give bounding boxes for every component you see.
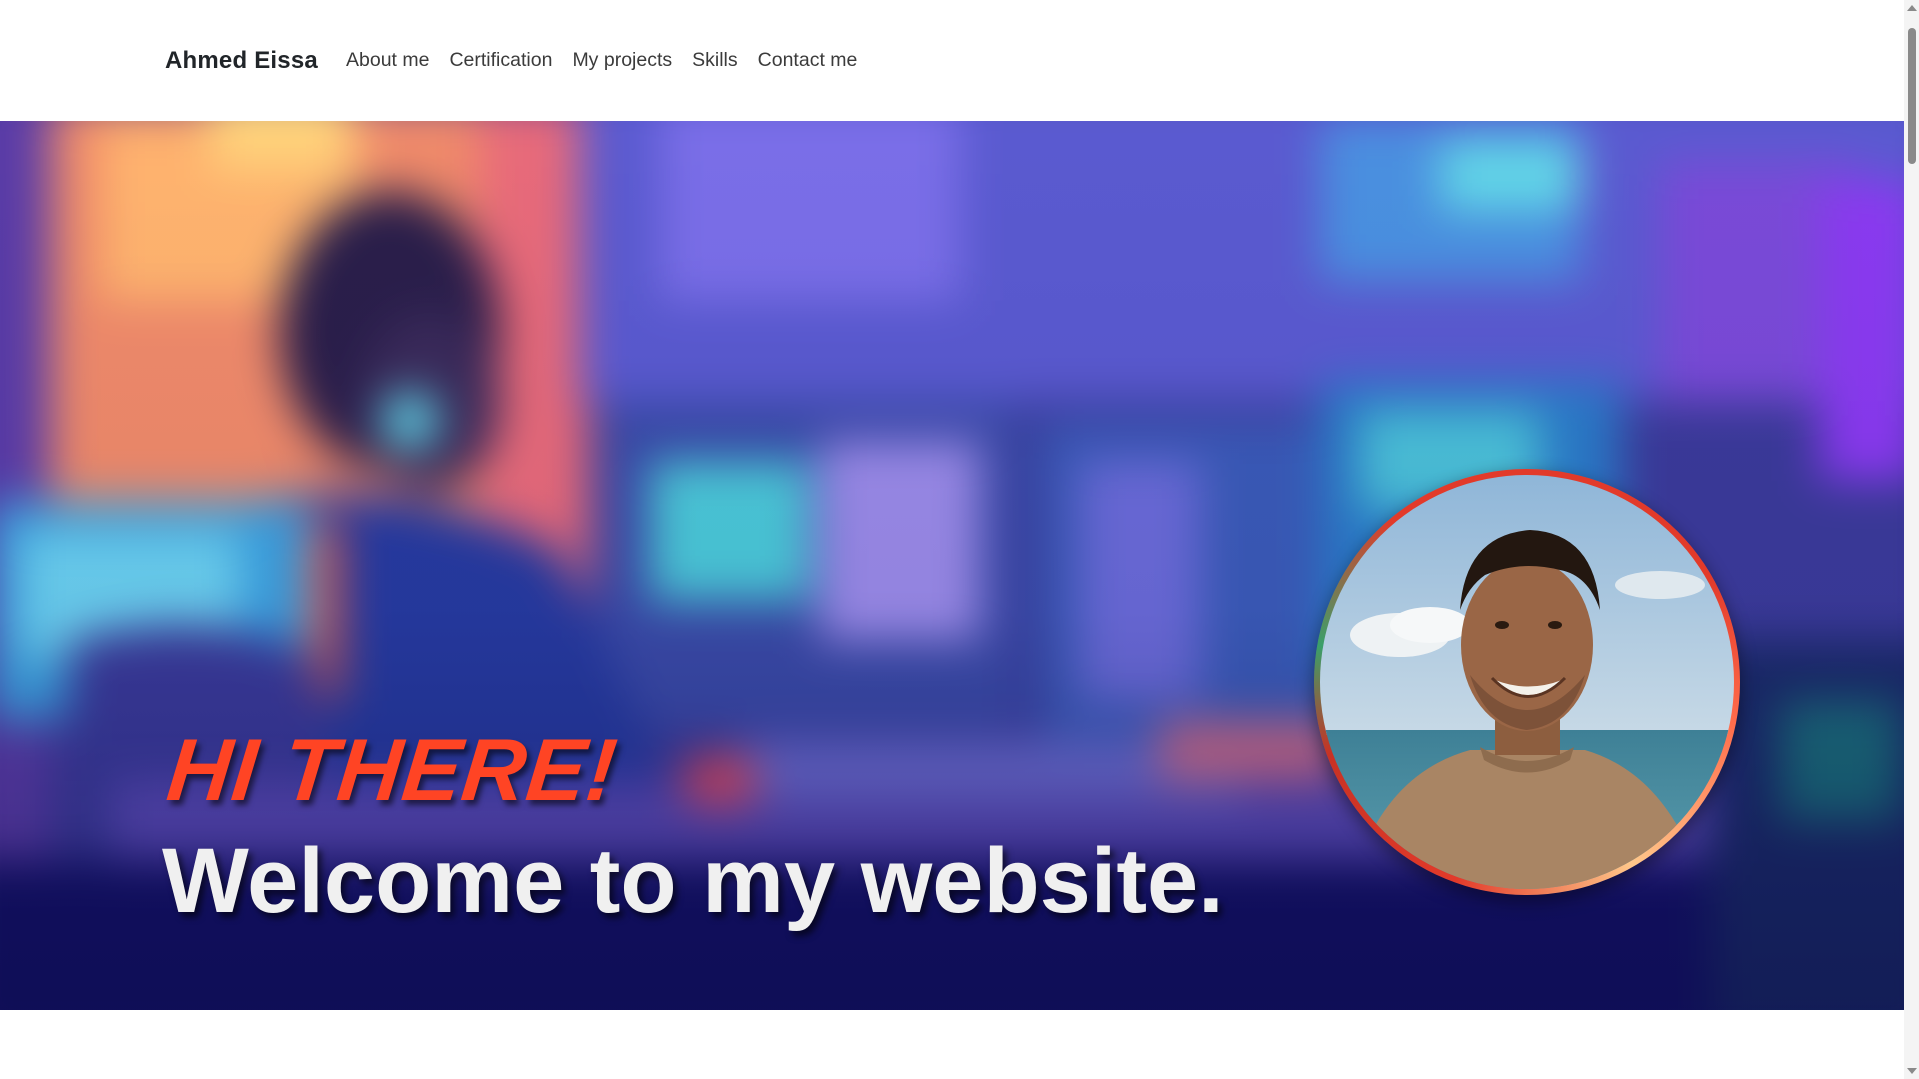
nav-link-skills[interactable]: Skills bbox=[692, 49, 738, 72]
page: Ahmed Eissa About me Certification My pr… bbox=[0, 0, 1919, 1079]
nav-link-contact-me[interactable]: Contact me bbox=[758, 49, 858, 72]
hero-welcome-heading: Welcome to my website. bbox=[162, 830, 1224, 932]
navbar: Ahmed Eissa About me Certification My pr… bbox=[0, 0, 1904, 121]
profile-photo bbox=[1320, 475, 1734, 889]
hero-section: HI THERE! Welcome to my website. bbox=[0, 121, 1904, 1010]
scroll-down-arrow-icon[interactable] bbox=[1907, 1068, 1917, 1074]
profile-photo-frame bbox=[1314, 469, 1740, 895]
nav-link-certification[interactable]: Certification bbox=[449, 49, 552, 72]
brand-link[interactable]: Ahmed Eissa bbox=[165, 47, 318, 75]
nav-links: About me Certification My projects Skill… bbox=[346, 49, 877, 72]
nav-link-about-me[interactable]: About me bbox=[346, 49, 429, 72]
hero-greeting: HI THERE! bbox=[162, 720, 623, 819]
scroll-up-arrow-icon[interactable] bbox=[1907, 5, 1917, 11]
scrollbar-thumb[interactable] bbox=[1908, 28, 1916, 164]
vertical-scrollbar[interactable] bbox=[1904, 0, 1919, 1079]
nav-link-my-projects[interactable]: My projects bbox=[572, 49, 672, 72]
